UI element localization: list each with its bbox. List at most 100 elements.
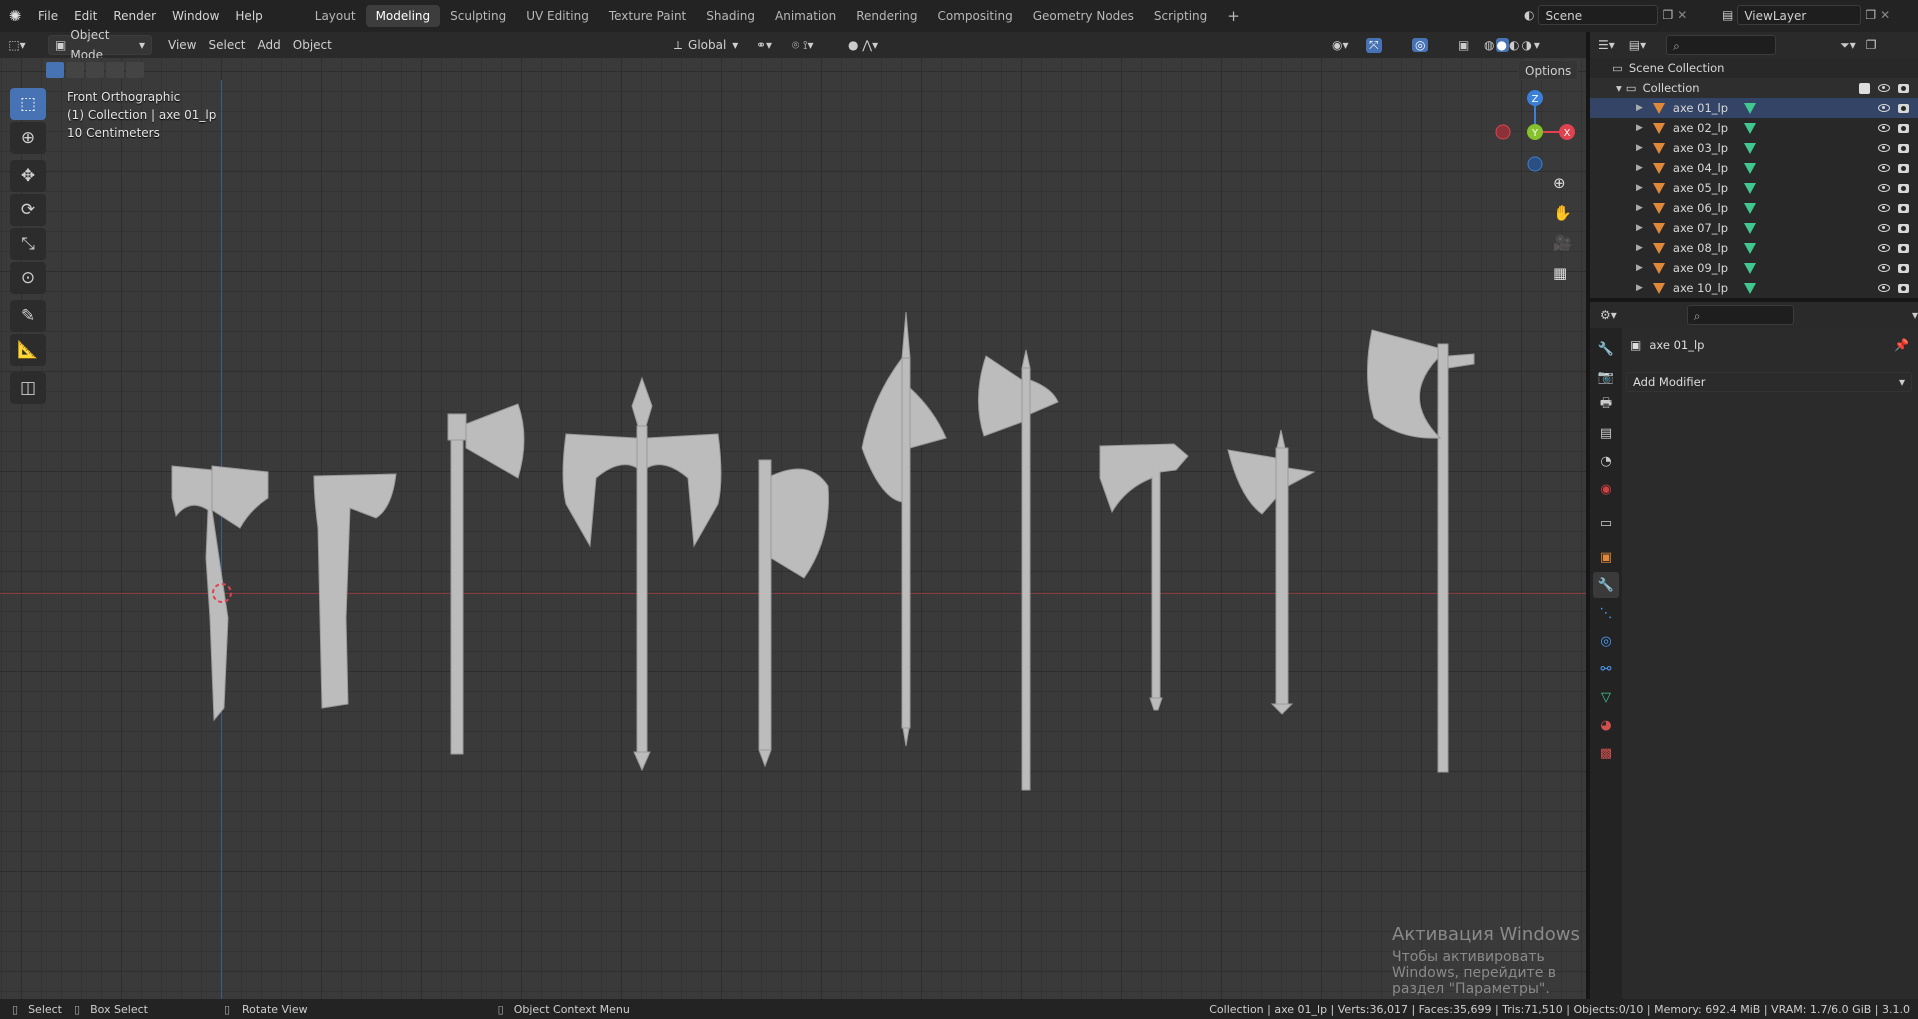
editor-type-icon[interactable]: ⬚▾ <box>0 38 34 52</box>
eye-icon[interactable] <box>1878 224 1890 232</box>
expand-arrow-icon[interactable]: ▶ <box>1636 223 1643 233</box>
axe-02-model[interactable] <box>313 473 397 709</box>
axe-10-model[interactable] <box>1367 329 1475 773</box>
expand-arrow-icon[interactable]: ▶ <box>1636 143 1643 153</box>
scene-field[interactable]: Scene <box>1538 5 1659 25</box>
camera-icon[interactable] <box>1898 263 1909 273</box>
blender-logo-icon[interactable]: ✺ <box>0 7 30 25</box>
menu-object[interactable]: Object <box>287 35 338 55</box>
filter-icon[interactable]: ⏷▾ <box>1840 38 1856 53</box>
mesh-data-icon[interactable] <box>1744 122 1756 134</box>
axe-08-model[interactable] <box>1099 443 1189 711</box>
outliner-item[interactable]: ▶ axe 01_lp <box>1590 98 1918 118</box>
axe-06-model[interactable] <box>861 311 947 747</box>
data-tab-icon[interactable]: ▽ <box>1593 684 1619 710</box>
3d-viewport[interactable]: ⬚ ⊕ ✥ ⟳ ⤡ ⊙ ✎ 📐 ◫ Front Orthographic (1)… <box>0 58 1586 999</box>
expand-arrow-icon[interactable]: ▶ <box>1636 183 1643 193</box>
chevron-down-icon[interactable]: ▾ <box>1912 308 1918 322</box>
scene-tab-icon[interactable]: ◔ <box>1593 448 1619 474</box>
pin-icon[interactable]: 📌 <box>1894 338 1909 352</box>
camera-icon[interactable] <box>1898 123 1909 133</box>
exclude-checkbox[interactable] <box>1859 82 1870 94</box>
expand-arrow-icon[interactable]: ▶ <box>1636 163 1643 173</box>
menu-render[interactable]: Render <box>105 5 164 27</box>
constraints-tab-icon[interactable]: ⚯ <box>1593 656 1619 682</box>
display-mode-icon[interactable]: ▤▾ <box>1629 38 1646 52</box>
mesh-data-icon[interactable] <box>1744 162 1756 174</box>
camera-icon[interactable] <box>1898 143 1909 153</box>
tab-modeling[interactable]: Modeling <box>365 5 441 27</box>
eye-icon[interactable] <box>1878 104 1890 112</box>
material-tab-icon[interactable]: ◕ <box>1593 712 1619 738</box>
outliner-item[interactable]: ▶ axe 09_lp <box>1590 258 1918 278</box>
add-workspace-button[interactable]: + <box>1217 5 1250 27</box>
particles-tab-icon[interactable]: ⋱ <box>1593 600 1619 626</box>
mesh-data-icon[interactable] <box>1744 202 1756 214</box>
mesh-data-icon[interactable] <box>1744 142 1756 154</box>
expand-arrow-icon[interactable]: ▶ <box>1636 123 1643 133</box>
close-scene-icon[interactable]: ✕ <box>1677 8 1687 22</box>
overlay-toggle-icon[interactable]: ◎ <box>1412 38 1429 52</box>
menu-window[interactable]: Window <box>164 5 227 27</box>
viewlayer-field[interactable]: ViewLayer <box>1737 5 1862 25</box>
eye-icon[interactable] <box>1878 184 1890 192</box>
expand-arrow-icon[interactable]: ▶ <box>1636 203 1643 213</box>
camera-icon[interactable] <box>1898 203 1909 213</box>
output-tab-icon[interactable]: 🖶 <box>1593 392 1619 418</box>
axe-04-model[interactable] <box>562 376 722 772</box>
visibility-icon[interactable]: ◉▾ <box>1332 38 1349 52</box>
mesh-data-icon[interactable] <box>1744 182 1756 194</box>
camera-icon[interactable] <box>1898 103 1909 113</box>
outliner-item[interactable]: ▶ axe 07_lp <box>1590 218 1918 238</box>
expand-arrow-icon[interactable]: ▶ <box>1636 283 1643 293</box>
new-collection-icon[interactable]: ❐ <box>1866 38 1877 52</box>
physics-tab-icon[interactable]: ◎ <box>1593 628 1619 654</box>
axe-07-model[interactable] <box>978 349 1059 791</box>
transform-orientation-dropdown[interactable]: ⟂ Global ▾ <box>668 35 744 55</box>
outliner-item[interactable]: ▶ axe 02_lp <box>1590 118 1918 138</box>
eye-icon[interactable] <box>1878 244 1890 252</box>
add-modifier-dropdown[interactable]: Add Modifier ▾ <box>1626 372 1912 392</box>
xray-icon[interactable]: ▣ <box>1458 38 1469 52</box>
copy-viewlayer-icon[interactable]: ❐ <box>1865 8 1876 22</box>
eye-icon[interactable] <box>1878 124 1890 132</box>
gizmo-toggle-icon[interactable]: ⤧ <box>1366 37 1382 53</box>
outliner-item[interactable]: ▶ axe 06_lp <box>1590 198 1918 218</box>
outliner-item[interactable]: ▶ axe 04_lp <box>1590 158 1918 178</box>
mesh-data-icon[interactable] <box>1744 102 1756 114</box>
mesh-data-icon[interactable] <box>1744 282 1756 294</box>
tool-tab-icon[interactable]: 🔧 <box>1593 336 1619 362</box>
copy-scene-icon[interactable]: ❐ <box>1662 8 1673 22</box>
camera-icon[interactable] <box>1898 243 1909 253</box>
collection-row[interactable]: ▾ ▭ Collection <box>1590 78 1918 98</box>
object-name[interactable]: axe 01_lp <box>1649 338 1704 352</box>
scene-icon[interactable]: ◐ <box>1524 8 1534 22</box>
world-tab-icon[interactable]: ◉ <box>1593 476 1619 502</box>
tab-shading[interactable]: Shading <box>696 5 765 27</box>
tab-animation[interactable]: Animation <box>765 5 846 27</box>
close-viewlayer-icon[interactable]: ✕ <box>1880 8 1890 22</box>
mode-dropdown[interactable]: ▣ Object Mode ▾ <box>48 28 152 62</box>
object-tab-icon[interactable]: ▣ <box>1593 544 1619 570</box>
eye-icon[interactable] <box>1878 144 1890 152</box>
expand-arrow-icon[interactable]: ▶ <box>1636 103 1643 113</box>
axe-09-model[interactable] <box>1227 429 1316 715</box>
menu-add[interactable]: Add <box>252 35 287 55</box>
mesh-data-icon[interactable] <box>1744 222 1756 234</box>
proportional-edit-icon[interactable]: ● ⋀▾ <box>848 38 878 52</box>
tab-texture-paint[interactable]: Texture Paint <box>599 5 696 27</box>
outliner-item[interactable]: ▶ axe 03_lp <box>1590 138 1918 158</box>
expand-arrow-icon[interactable]: ▾ <box>1616 81 1622 95</box>
properties-search-input[interactable]: ⌕ <box>1686 305 1794 325</box>
viewlayer-icon[interactable]: ▤ <box>1722 8 1733 22</box>
render-tab-icon[interactable]: 📷 <box>1593 364 1619 390</box>
eye-icon[interactable] <box>1878 264 1890 272</box>
tab-uv-editing[interactable]: UV Editing <box>516 5 599 27</box>
tab-scripting[interactable]: Scripting <box>1144 5 1217 27</box>
shading-modes[interactable]: ◍●◐◑▾ <box>1484 38 1542 52</box>
outliner-editor-icon[interactable]: ☰▾ <box>1598 38 1615 52</box>
pivot-icon[interactable]: ⚭▾ <box>756 38 772 52</box>
menu-edit[interactable]: Edit <box>66 5 105 27</box>
eye-icon[interactable] <box>1878 284 1890 292</box>
outliner-item[interactable]: ▶ axe 05_lp <box>1590 178 1918 198</box>
